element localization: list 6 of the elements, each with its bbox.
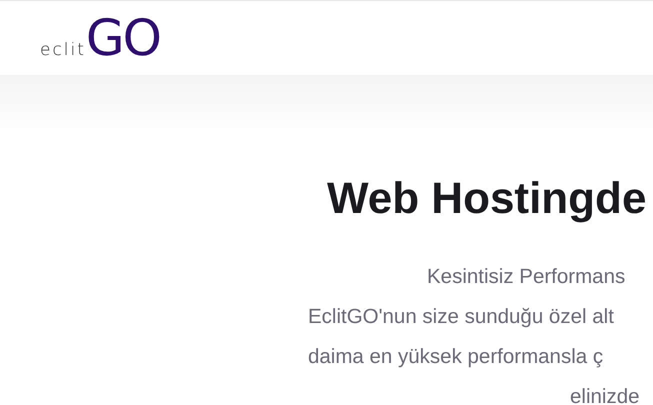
- logo[interactable]: eclit GO: [40, 13, 160, 63]
- hero-text-line: elinizde: [570, 384, 640, 405]
- hero-text-line: daima en yüksek performansla ç: [308, 344, 604, 370]
- hero-text-line: Kesintisiz Performans: [427, 264, 626, 290]
- hero-title: Web Hostingde: [326, 175, 646, 224]
- hero-text-line: EclitGO'nun size sunduğu özel alt: [308, 304, 614, 330]
